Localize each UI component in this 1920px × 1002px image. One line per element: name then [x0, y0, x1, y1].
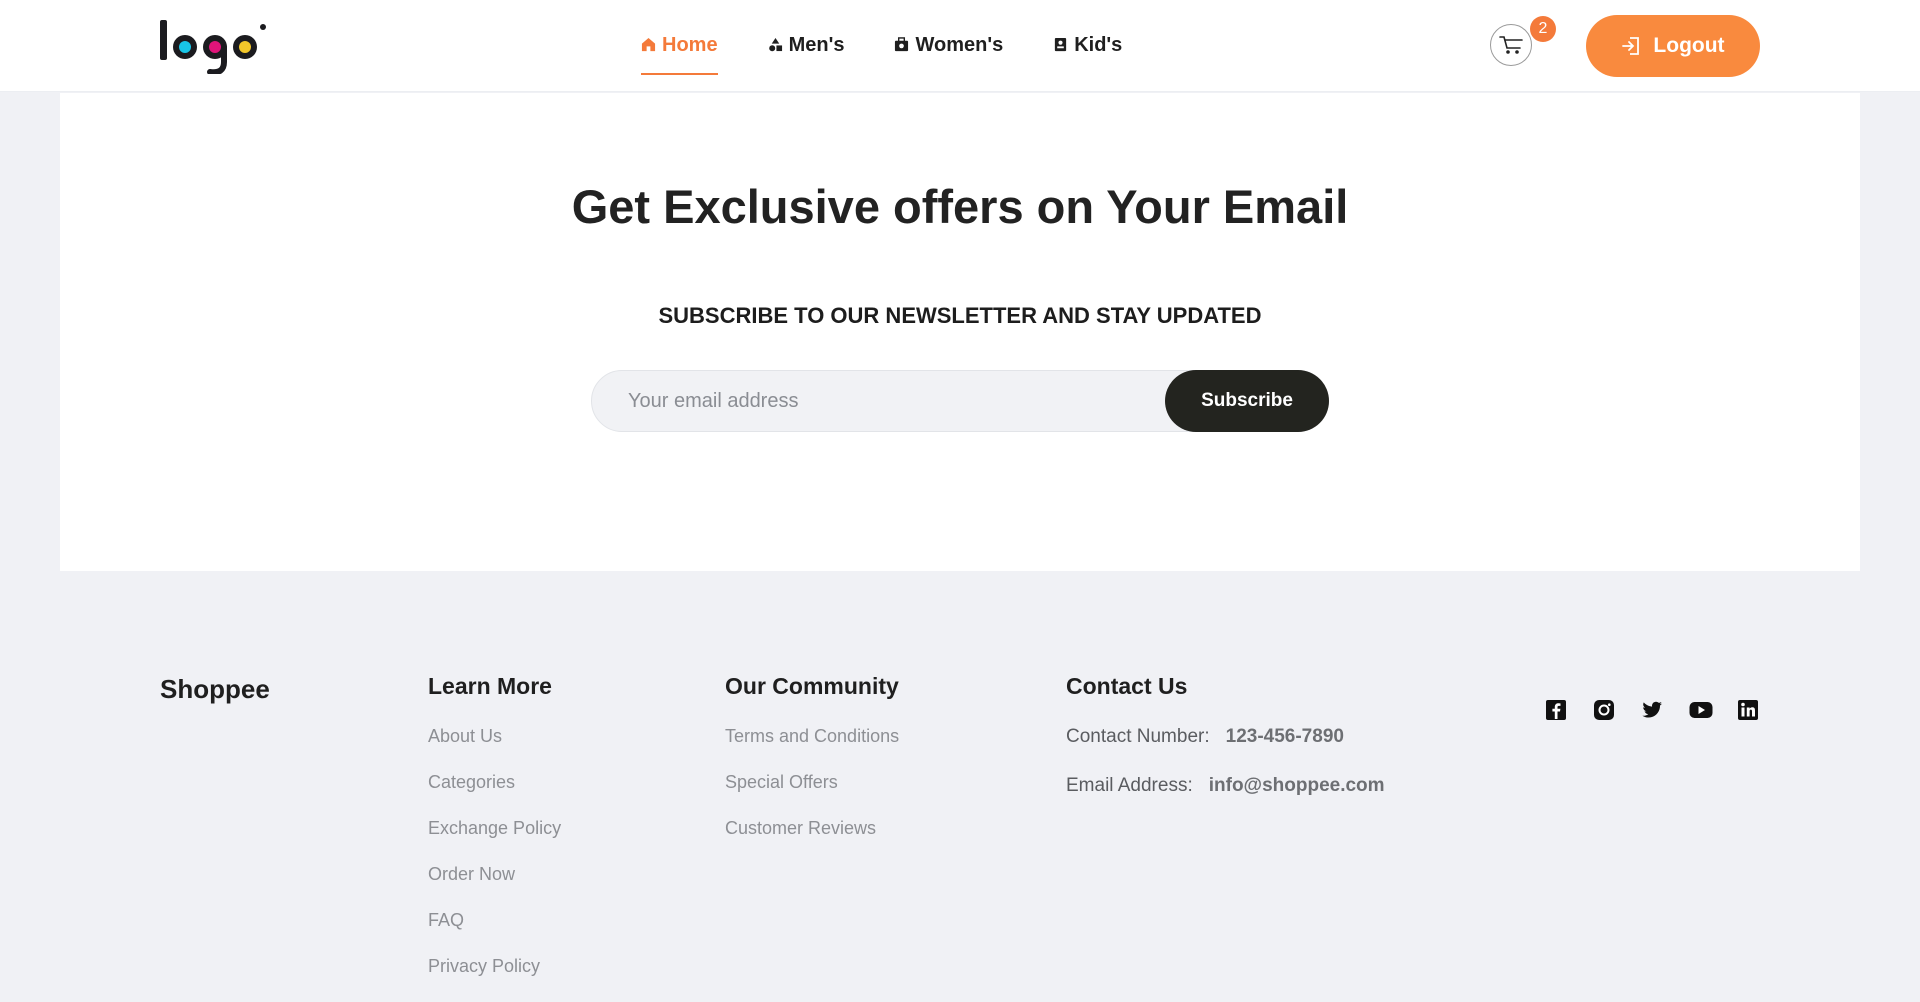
nav-mens-label: Men's [788, 34, 845, 56]
contact-phone-row: Contact Number: 123-456-7890 [1066, 726, 1385, 775]
logo[interactable]: logo [158, 18, 270, 74]
footer-link-special-offers[interactable]: Special Offers [725, 772, 899, 818]
facebook-icon[interactable] [1545, 699, 1567, 721]
cart-button[interactable] [1490, 24, 1532, 66]
footer-brand: Shoppee [160, 674, 270, 704]
footer-link-privacy-policy[interactable]: Privacy Policy [428, 956, 561, 1002]
learn-more-heading: Learn More [428, 673, 552, 699]
subscribe-button[interactable]: Subscribe [1165, 370, 1329, 432]
phone-label: Contact Number: [1066, 726, 1210, 747]
newsletter-form: Subscribe [591, 370, 1329, 432]
youtube-icon[interactable] [1689, 699, 1713, 721]
nav-home-label: Home [662, 34, 718, 56]
nav-womens-label: Women's [915, 34, 1004, 56]
shapes-icon [768, 37, 782, 52]
contact-card-icon [1055, 37, 1067, 52]
footer-link-order-now[interactable]: Order Now [428, 864, 561, 910]
contact-column: Contact Us Contact Number: 123-456-7890 E… [1066, 673, 1385, 824]
logout-button[interactable]: Logout [1586, 15, 1760, 77]
bag-icon [895, 37, 909, 52]
email-value[interactable]: info@shoppee.com [1209, 775, 1385, 796]
email-label: Email Address: [1066, 775, 1193, 796]
community-heading: Our Community [725, 673, 899, 699]
footer-link-customer-reviews[interactable]: Customer Reviews [725, 818, 899, 864]
logo-mark [160, 20, 266, 74]
newsletter-title: Get Exclusive offers on Your Email [571, 180, 1349, 233]
email-input[interactable] [592, 371, 1162, 431]
main-nav: Home Men's Women's Kid's [641, 30, 1122, 76]
cart-icon [1499, 36, 1523, 54]
footer-link-exchange-policy[interactable]: Exchange Policy [428, 818, 561, 864]
top-header: logo Home Men's Women's Kid's 2 [0, 0, 1920, 92]
instagram-icon[interactable] [1593, 699, 1615, 721]
footer-link-terms[interactable]: Terms and Conditions [725, 726, 899, 772]
footer: Shoppee Learn More About Us Categories E… [0, 571, 1920, 1000]
footer-link-about-us[interactable]: About Us [428, 726, 561, 772]
twitter-icon[interactable] [1641, 699, 1663, 721]
nav-mens[interactable]: Men's [768, 30, 845, 76]
logout-label: Logout [1653, 34, 1725, 57]
nav-kids-label: Kid's [1074, 34, 1123, 56]
nav-kids[interactable]: Kid's [1053, 30, 1122, 76]
footer-link-categories[interactable]: Categories [428, 772, 561, 818]
community-column: Our Community Terms and Conditions Speci… [725, 673, 899, 864]
social-links [1545, 699, 1759, 721]
learn-more-column: Learn More About Us Categories Exchange … [428, 673, 561, 1002]
logout-icon [1622, 37, 1640, 55]
contact-heading: Contact Us [1066, 673, 1188, 699]
contact-email-row: Email Address: info@shoppee.com [1066, 775, 1385, 824]
phone-value[interactable]: 123-456-7890 [1226, 726, 1344, 747]
nav-womens[interactable]: Women's [894, 30, 1003, 76]
footer-link-faq[interactable]: FAQ [428, 910, 561, 956]
linkedin-icon[interactable] [1737, 699, 1759, 721]
nav-home[interactable]: Home [641, 30, 718, 75]
newsletter-section: Get Exclusive offers on Your Email SUBSC… [60, 93, 1860, 571]
home-icon [641, 37, 656, 52]
newsletter-subtitle: SUBSCRIBE TO OUR NEWSLETTER AND STAY UPD… [658, 303, 1262, 328]
cart-count-badge: 2 [1530, 16, 1556, 42]
